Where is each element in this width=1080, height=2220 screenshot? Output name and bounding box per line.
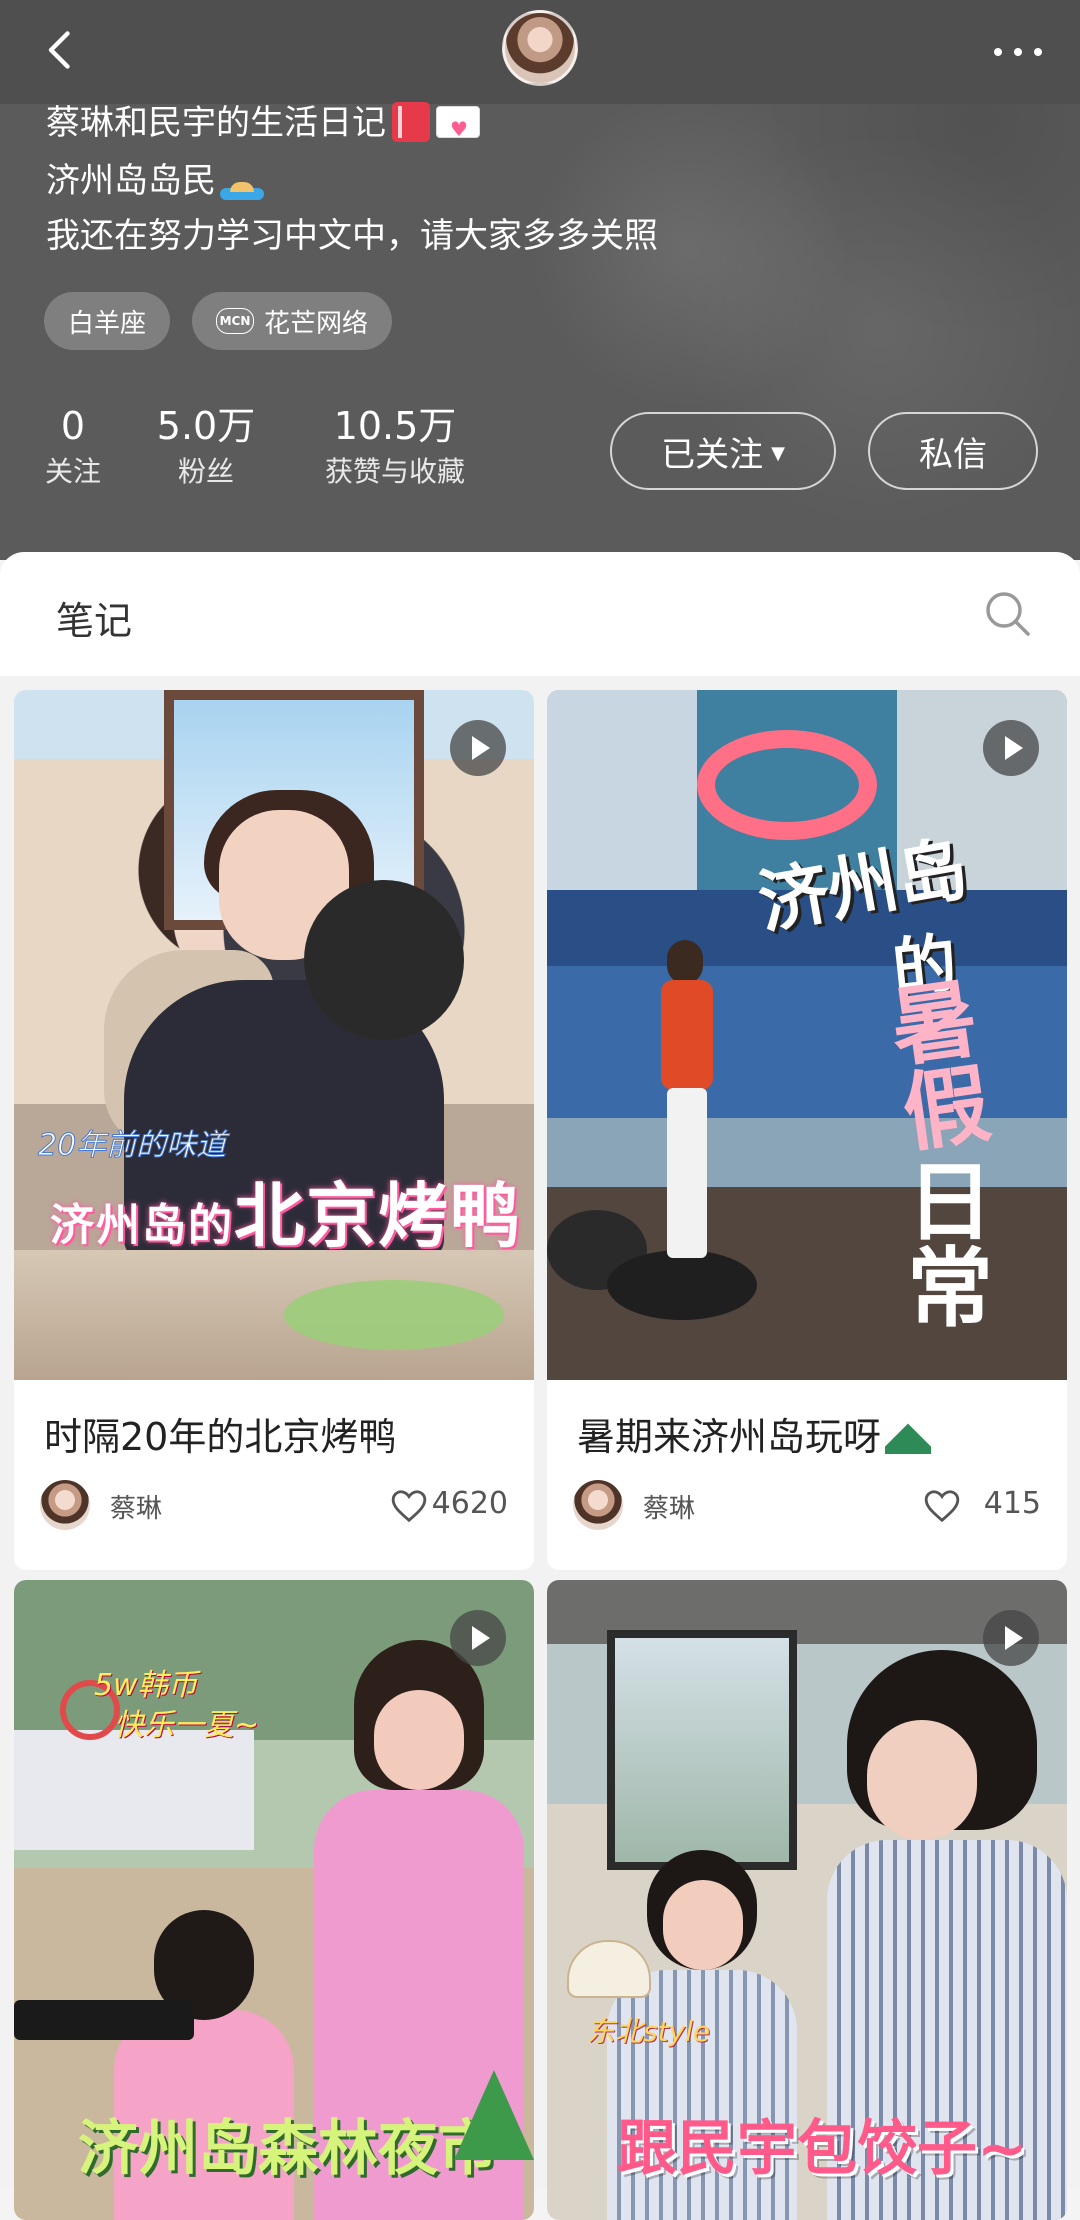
caret-down-icon: ▼ — [771, 442, 785, 464]
tab-notes[interactable]: 笔记 — [56, 590, 132, 645]
like-count: 415 — [983, 1486, 1041, 1521]
mcn-icon: MCN — [216, 308, 255, 334]
heart-icon[interactable] — [923, 1488, 961, 1524]
note-title-text: 暑期来济州岛玩呀 — [577, 1415, 882, 1459]
author-name[interactable]: 蔡琳 — [110, 1488, 162, 1525]
cover-subtitle: 东北style — [587, 2015, 711, 2048]
island-icon — [220, 160, 264, 200]
cover-photo — [547, 690, 697, 890]
cover-title: 跟民宇包饺子~ — [617, 2114, 1028, 2184]
cover-toy-gun — [14, 2000, 194, 2040]
cover-window — [607, 1630, 797, 1870]
cover-title: 济州岛森林夜市 — [78, 2114, 498, 2184]
tag-zodiac[interactable]: 白羊座 — [44, 292, 171, 350]
stat-value: 5.0万 — [156, 404, 256, 448]
cover-title-part: 济州岛的 — [50, 1200, 234, 1251]
heart-icon[interactable] — [390, 1488, 428, 1524]
stat-following[interactable]: 0 关注 — [40, 404, 106, 490]
play-icon — [450, 720, 506, 776]
note-card[interactable]: 济州岛 的 暑假 日常 暑期来济州岛玩呀 蔡琳 415 — [547, 690, 1067, 1570]
follow-button[interactable]: 已关注 ▼ — [610, 412, 836, 490]
play-icon — [450, 1610, 506, 1666]
stat-likes[interactable]: 10.5万 获赞与收藏 — [312, 404, 478, 490]
swim-ring — [697, 730, 877, 840]
tag-label: 花芒网络 — [264, 308, 369, 339]
note-cover[interactable]: 20年前的味道 济州岛的北京烤鸭 — [14, 690, 534, 1380]
search-button[interactable] — [976, 582, 1040, 646]
chevron-left-icon — [48, 31, 70, 69]
mountain-icon — [885, 1418, 932, 1454]
author-avatar[interactable] — [40, 1480, 90, 1530]
profile-tags: 白羊座 MCN 花芒网络 — [44, 292, 393, 350]
author-name[interactable]: 蔡琳 — [643, 1488, 695, 1525]
notes-bar: 笔记 — [0, 552, 1080, 676]
stat-value: 0 — [60, 404, 86, 448]
more-icon — [994, 48, 1042, 56]
note-title: 时隔20年的北京烤鸭 — [44, 1415, 397, 1459]
tag-mcn[interactable]: MCN 花芒网络 — [192, 292, 393, 350]
note-cover[interactable]: 5w韩币 快乐一夏~ 济州岛森林夜市 — [14, 1580, 534, 2220]
stat-fans[interactable]: 5.0万 粉丝 — [150, 404, 262, 490]
more-button[interactable] — [986, 20, 1050, 84]
author-avatar[interactable] — [573, 1480, 623, 1530]
top-bar — [0, 0, 1080, 104]
red-book-icon — [392, 102, 430, 142]
stat-label: 获赞与收藏 — [324, 455, 465, 488]
note-meta: 蔡琳 415 — [573, 1478, 1041, 1534]
stat-label: 粉丝 — [177, 455, 234, 488]
bio-text: 济州岛岛民 — [46, 161, 216, 201]
note-cover[interactable]: 济州岛 的 暑假 日常 — [547, 690, 1067, 1380]
tag-label: 白羊座 — [68, 308, 147, 339]
love-letter-icon — [436, 106, 480, 149]
cover-plate — [284, 1280, 504, 1350]
bio-text: 蔡琳和民宇的生活日记 — [46, 103, 386, 143]
profile-header: 蔡琳和民宇的生活日记 济州岛岛民 我还在努力学习中文中，请大家多多关照 白羊座 … — [0, 0, 1080, 560]
avatar[interactable] — [502, 10, 578, 86]
bio-text: 我还在努力学习中文中，请大家多多关照 — [46, 216, 658, 256]
notes-feed: 20年前的味道 济州岛的北京烤鸭 时隔20年的北京烤鸭 蔡琳 4620 济州岛 — [0, 676, 1080, 2220]
cover-subtitle: 20年前的味道 — [37, 1128, 227, 1164]
cover-figure — [657, 940, 717, 1270]
stat-value: 10.5万 — [333, 404, 457, 448]
back-button[interactable] — [30, 18, 94, 82]
cover-figure — [304, 880, 464, 1040]
note-title: 暑期来济州岛玩呀 — [577, 1406, 932, 1461]
cover-market — [14, 1730, 254, 1850]
cover-title-part: 北京烤鸭 — [234, 1175, 522, 1257]
note-card[interactable]: 5w韩币 快乐一夏~ 济州岛森林夜市 — [14, 1580, 534, 2220]
message-button[interactable]: 私信 — [868, 412, 1038, 490]
cover-title-part: 暑假 — [884, 968, 996, 1165]
cover-title: 济州岛的北京烤鸭 — [50, 1160, 522, 1261]
like-count: 4620 — [431, 1486, 508, 1521]
play-icon — [983, 720, 1039, 776]
note-card[interactable]: 20年前的味道 济州岛的北京烤鸭 时隔20年的北京烤鸭 蔡琳 4620 — [14, 690, 534, 1570]
follow-label: 已关注 — [661, 434, 764, 475]
bio-line-3: 我还在努力学习中文中，请大家多多关照 — [46, 216, 658, 256]
note-meta: 蔡琳 4620 — [40, 1478, 508, 1534]
cover-subtitle: 快乐一夏~ — [114, 1708, 260, 1743]
bio-line-1: 蔡琳和民宇的生活日记 — [46, 102, 480, 149]
stat-label: 关注 — [44, 455, 101, 488]
bio-line-2: 济州岛岛民 — [46, 160, 264, 201]
message-label: 私信 — [919, 434, 987, 475]
note-cover[interactable]: 东北style 跟民宇包饺子~ — [547, 1580, 1067, 2220]
tree-icon — [454, 2070, 534, 2160]
cover-title-part: 日常 — [907, 1153, 993, 1339]
note-card[interactable]: 东北style 跟民宇包饺子~ — [547, 1580, 1067, 2220]
play-icon — [983, 1610, 1039, 1666]
search-icon — [986, 592, 1030, 636]
cover-subtitle: 5w韩币 — [94, 1668, 198, 1703]
